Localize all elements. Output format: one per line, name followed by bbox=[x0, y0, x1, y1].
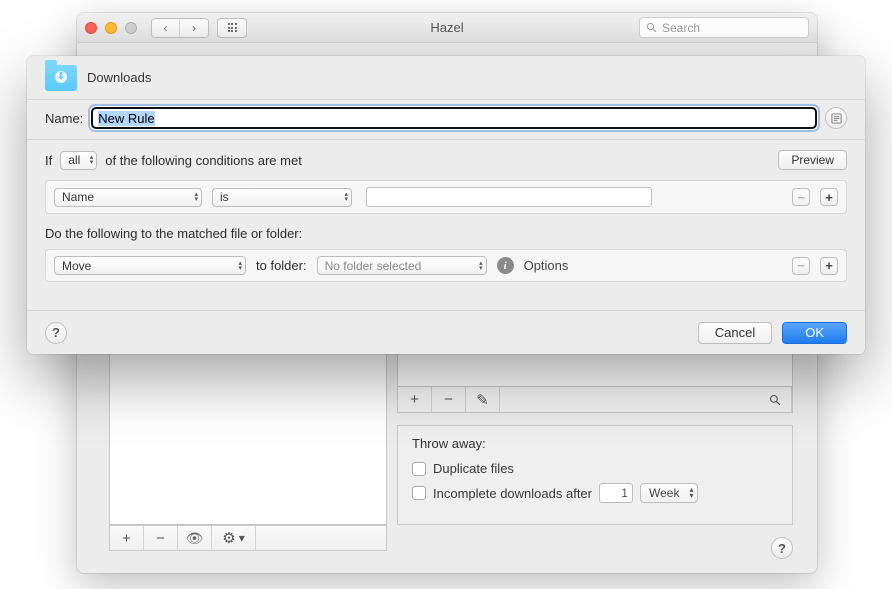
condition-row: Name ▴▾ is ▴▾ − + bbox=[45, 180, 847, 214]
rule-name-input[interactable] bbox=[91, 107, 817, 129]
condition-operator-select[interactable]: is ▴▾ bbox=[212, 188, 352, 207]
notes-button[interactable] bbox=[825, 107, 847, 129]
show-all-prefs-button[interactable] bbox=[217, 18, 247, 38]
action-row: Move ▴▾ to folder: No folder selected ▴▾… bbox=[45, 249, 847, 282]
rules-area: + − ✎ Throw away: Duplicate files Incomp… bbox=[397, 343, 793, 525]
stepper-arrows-icon: ▴▾ bbox=[194, 192, 198, 202]
nav-forward-button[interactable]: › bbox=[180, 19, 208, 37]
search-icon bbox=[646, 22, 657, 33]
eye-icon: 👁 bbox=[186, 530, 204, 547]
rule-editor-sheet: ⇩ Downloads Name: If all ▴▾ of the follo… bbox=[27, 56, 865, 354]
target-folder-value: No folder selected bbox=[325, 259, 422, 273]
folders-remove-button[interactable]: − bbox=[144, 526, 178, 550]
incomplete-downloads-label: Incomplete downloads after bbox=[433, 486, 592, 501]
if-scope-select[interactable]: all ▴▾ bbox=[60, 151, 97, 170]
search-placeholder: Search bbox=[662, 21, 700, 35]
nav-back-forward: ‹ › bbox=[151, 18, 209, 38]
add-action-button[interactable]: + bbox=[820, 257, 838, 275]
throw-away-panel: Throw away: Duplicate files Incomplete d… bbox=[397, 425, 793, 525]
action-select[interactable]: Move ▴▾ bbox=[54, 256, 246, 275]
incomplete-unit-select[interactable]: Week ▴▾ bbox=[640, 483, 698, 503]
sheet-help-button[interactable]: ? bbox=[45, 322, 67, 344]
stepper-arrows-icon: ▴▾ bbox=[479, 261, 483, 271]
incomplete-age-field[interactable] bbox=[599, 483, 633, 503]
folders-toolbar: + − 👁 ⚙▾ bbox=[109, 525, 387, 551]
duplicate-files-label: Duplicate files bbox=[433, 461, 514, 476]
incomplete-unit-value: Week bbox=[649, 486, 679, 500]
condition-operator-value: is bbox=[220, 190, 229, 204]
folders-action-menu[interactable]: ⚙▾ bbox=[212, 526, 256, 550]
gear-icon: ⚙ bbox=[222, 529, 235, 547]
stepper-arrows-icon: ▴▾ bbox=[90, 155, 94, 165]
folders-preview-button[interactable]: 👁 bbox=[178, 526, 212, 550]
folders-add-button[interactable]: + bbox=[110, 526, 144, 550]
name-row: Name: bbox=[27, 100, 865, 140]
actions-heading: Do the following to the matched file or … bbox=[45, 226, 847, 241]
chevron-down-icon: ▾ bbox=[239, 531, 245, 545]
action-value: Move bbox=[62, 259, 91, 273]
preview-button[interactable]: Preview bbox=[778, 150, 847, 170]
sheet-footer: ? Cancel OK bbox=[27, 310, 865, 354]
incomplete-downloads-checkbox[interactable] bbox=[412, 486, 426, 500]
remove-action-button[interactable]: − bbox=[792, 257, 810, 275]
throw-away-heading: Throw away: bbox=[412, 436, 778, 451]
to-folder-label: to folder: bbox=[256, 258, 307, 273]
window-title: Hazel bbox=[430, 20, 463, 35]
help-button[interactable]: ? bbox=[771, 537, 793, 559]
condition-value-input[interactable] bbox=[366, 187, 652, 207]
zoom-window-button[interactable] bbox=[125, 22, 137, 34]
if-prefix: If bbox=[45, 153, 52, 168]
conditions-block: If all ▴▾ of the following conditions ar… bbox=[27, 140, 865, 282]
folders-list[interactable] bbox=[109, 335, 387, 525]
rules-edit-button[interactable]: ✎ bbox=[466, 387, 500, 412]
stepper-arrows-icon: ▴▾ bbox=[238, 261, 242, 271]
window-titlebar: ‹ › Hazel Search bbox=[77, 13, 817, 43]
note-icon bbox=[831, 113, 842, 124]
duplicate-files-checkbox[interactable] bbox=[412, 462, 426, 476]
condition-attribute-select[interactable]: Name ▴▾ bbox=[54, 188, 202, 207]
if-suffix: of the following conditions are met bbox=[105, 153, 302, 168]
rules-remove-button[interactable]: − bbox=[432, 387, 466, 412]
close-window-button[interactable] bbox=[85, 22, 97, 34]
nav-back-button[interactable]: ‹ bbox=[152, 19, 180, 37]
minimize-window-button[interactable] bbox=[105, 22, 117, 34]
options-link[interactable]: Options bbox=[524, 258, 569, 273]
info-icon[interactable]: i bbox=[497, 257, 514, 274]
sheet-folder-name: Downloads bbox=[87, 70, 151, 85]
sheet-header: ⇩ Downloads bbox=[27, 56, 865, 100]
add-condition-button[interactable]: + bbox=[820, 188, 838, 206]
rules-search-button[interactable] bbox=[758, 387, 792, 412]
pencil-icon: ✎ bbox=[476, 391, 489, 409]
stepper-arrows-icon: ▴▾ bbox=[344, 192, 348, 202]
folder-icon: ⇩ bbox=[45, 65, 77, 91]
remove-condition-button[interactable]: − bbox=[792, 188, 810, 206]
ok-button[interactable]: OK bbox=[782, 322, 847, 344]
rules-toolbar: + − ✎ bbox=[397, 387, 793, 413]
name-label: Name: bbox=[45, 111, 83, 126]
rules-add-button[interactable]: + bbox=[398, 387, 432, 412]
download-glyph-icon: ⇩ bbox=[55, 71, 67, 83]
if-scope-value: all bbox=[68, 153, 80, 167]
search-field[interactable]: Search bbox=[639, 17, 809, 38]
stepper-arrows-icon: ▴▾ bbox=[689, 487, 693, 499]
condition-attribute-value: Name bbox=[62, 190, 94, 204]
traffic-lights bbox=[85, 22, 137, 34]
search-icon bbox=[769, 394, 781, 406]
target-folder-select[interactable]: No folder selected ▴▾ bbox=[317, 256, 487, 275]
cancel-button[interactable]: Cancel bbox=[698, 322, 772, 344]
